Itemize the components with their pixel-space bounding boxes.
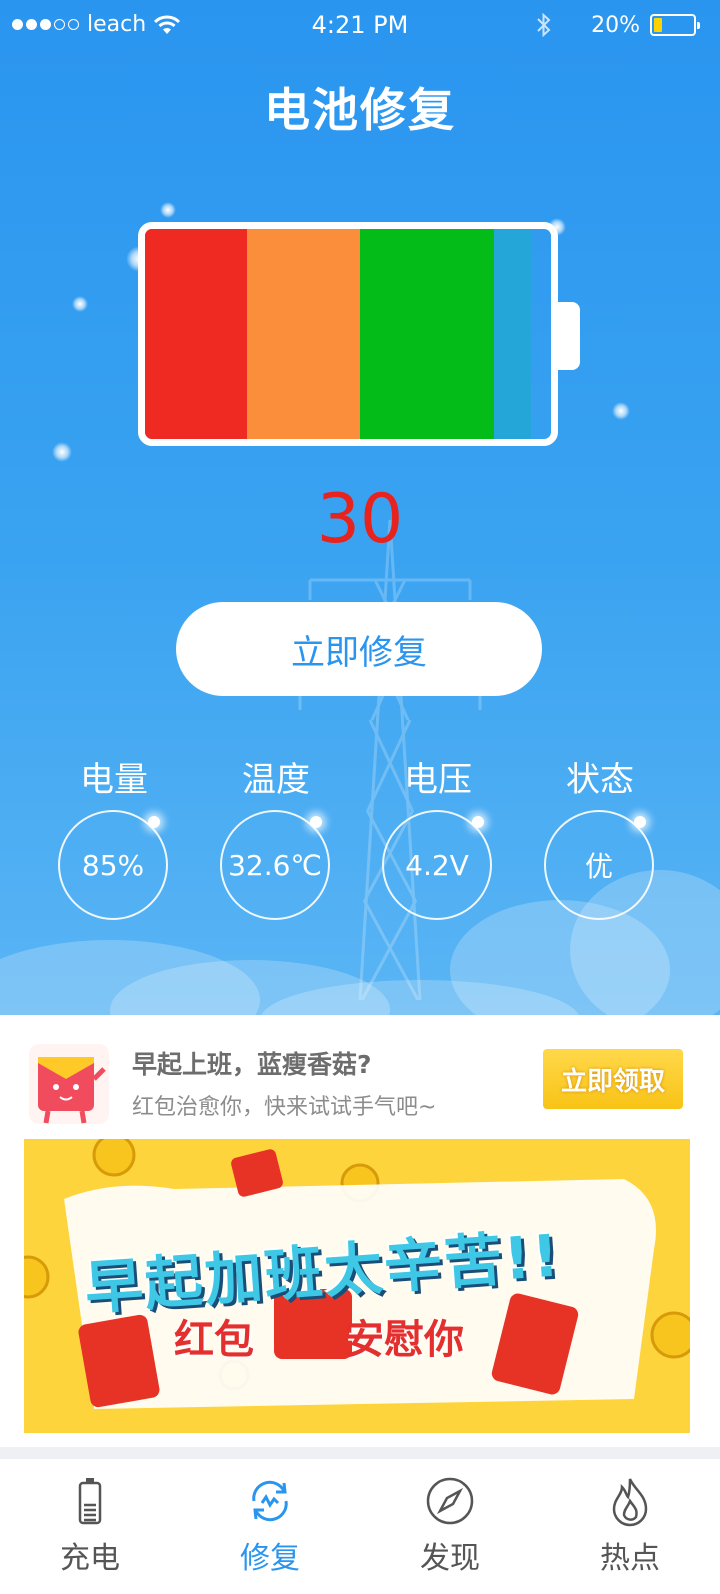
hero-panel: leach 4:21 PM 20% 电池修复 30 立即修复 电量 温度 电压 … xyxy=(0,0,720,1015)
tab-discover[interactable]: 发现 xyxy=(360,1459,540,1594)
promo-title: 早起上班，蓝瘦香菇? xyxy=(132,1050,372,1079)
tab-label: 修复 xyxy=(240,1541,300,1576)
divider xyxy=(0,1447,720,1459)
sparkle xyxy=(72,296,88,312)
cloud-decoration xyxy=(0,870,720,1015)
stat-label-status: 状态 xyxy=(566,760,634,800)
status-right: 20% xyxy=(535,12,700,38)
status-bar: leach 4:21 PM 20% xyxy=(0,0,720,50)
battery-level-value: 30 xyxy=(316,480,404,559)
battery-segment xyxy=(145,229,247,439)
battery-segment xyxy=(494,229,531,439)
tab-label: 热点 xyxy=(600,1541,660,1576)
tab-repair[interactable]: 修复 xyxy=(180,1459,360,1594)
battery-graphic xyxy=(138,222,558,446)
battery-status-icon xyxy=(650,14,700,36)
stat-label-voltage: 电压 xyxy=(404,760,472,800)
tab-hotspot[interactable]: 热点 xyxy=(540,1459,720,1594)
battery-segment xyxy=(246,229,361,439)
promo-card: 早起上班，蓝瘦香菇? 红包治愈你，快来试试手气吧~ 立即领取 早起加班太辛苦!!… xyxy=(0,1015,720,1447)
promo-banner[interactable]: 早起加班太辛苦!! 红包 安慰你 xyxy=(24,1139,690,1433)
sparkle xyxy=(160,202,176,218)
banner-subheadline-part2: 安慰你 xyxy=(344,1317,464,1363)
tab-label: 充电 xyxy=(60,1541,120,1576)
promo-subtitle: 红包治愈你，快来试试手气吧~ xyxy=(132,1095,437,1120)
repair-now-button[interactable]: 立即修复 xyxy=(176,602,542,696)
compass-icon xyxy=(426,1477,474,1525)
bluetooth-icon xyxy=(537,12,551,38)
battery-cap xyxy=(558,302,580,370)
claim-now-button[interactable]: 立即领取 xyxy=(543,1049,683,1109)
stat-label-charge: 电量 xyxy=(80,760,148,800)
tab-bar: 充电 修复 发现 热点 xyxy=(0,1459,720,1594)
battery-segment xyxy=(360,229,495,439)
battery-icon xyxy=(78,1478,102,1525)
tab-charge[interactable]: 充电 xyxy=(0,1459,180,1594)
red-envelope-icon xyxy=(29,1044,109,1124)
page-title: 电池修复 xyxy=(264,83,456,137)
battery-percent: 20% xyxy=(591,12,640,38)
flame-icon xyxy=(612,1478,648,1527)
banner-subheadline: 红包 安慰你 xyxy=(174,1307,464,1365)
banner-subheadline-part1: 红包 xyxy=(174,1317,254,1363)
sparkle xyxy=(52,442,72,462)
sparkle xyxy=(612,402,630,420)
stat-label-temperature: 温度 xyxy=(242,760,310,800)
tab-label: 发现 xyxy=(420,1541,480,1576)
repair-icon xyxy=(252,1480,288,1522)
